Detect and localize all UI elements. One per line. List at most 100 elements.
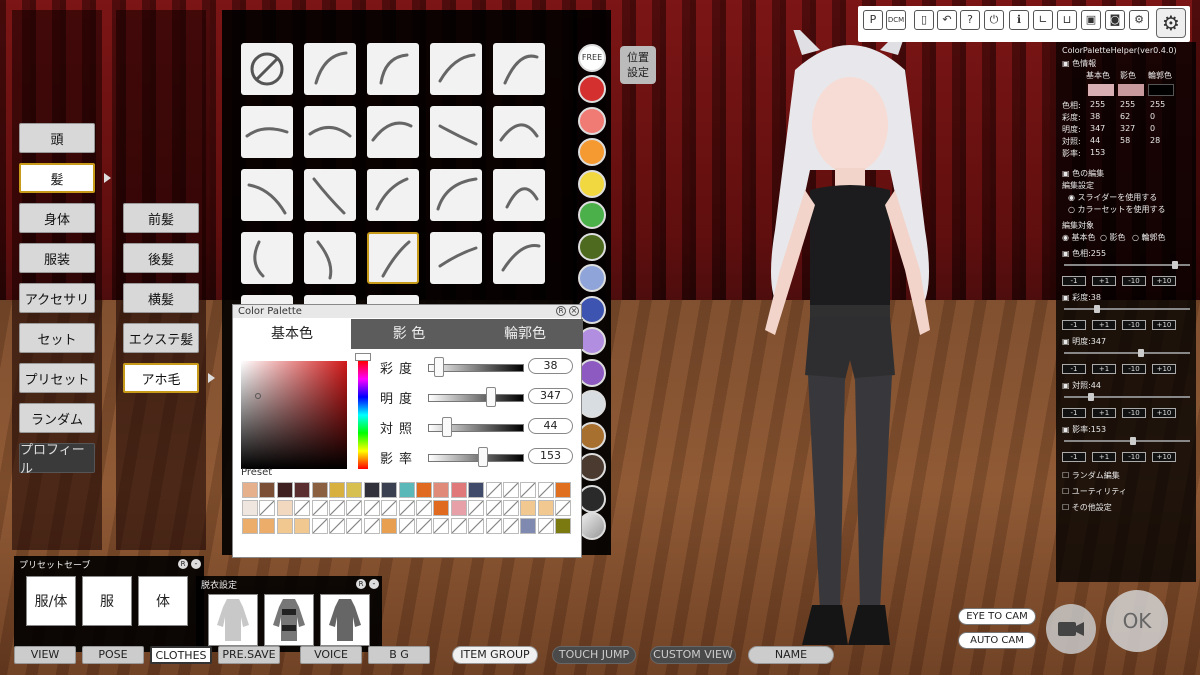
- preset-color-cell[interactable]: [242, 482, 258, 498]
- voice-button[interactable]: VOICE: [300, 646, 362, 664]
- ahoge-tile[interactable]: [493, 169, 545, 221]
- step-button[interactable]: -10: [1122, 364, 1146, 374]
- utility-toggle[interactable]: ☐ ユーティリティ: [1062, 486, 1127, 497]
- saturation-thumb[interactable]: [434, 357, 444, 377]
- preset-color-cell[interactable]: [503, 518, 519, 534]
- ahoge-tile[interactable]: [304, 106, 356, 158]
- color-swatch[interactable]: [578, 484, 606, 513]
- shadow-rate-track[interactable]: [428, 454, 524, 462]
- color-swatch[interactable]: [578, 138, 606, 166]
- preset-color-cell[interactable]: [259, 518, 276, 534]
- menu-clothing-button[interactable]: 服装: [19, 243, 95, 273]
- preset-color-cell[interactable]: [555, 482, 572, 498]
- menu-random-button[interactable]: ランダム: [19, 403, 95, 433]
- shadow-rate-thumb[interactable]: [478, 447, 488, 467]
- preset-color-cell[interactable]: [329, 518, 345, 534]
- color-swatch[interactable]: [578, 106, 606, 135]
- step-button[interactable]: -1: [1062, 320, 1086, 330]
- pose-button[interactable]: POSE: [82, 646, 144, 664]
- step-button[interactable]: +1: [1092, 276, 1116, 286]
- preset-color-cell[interactable]: [450, 518, 467, 534]
- preset-color-cell[interactable]: [381, 518, 398, 534]
- target-basic-radio[interactable]: ◉ 基本色: [1062, 232, 1096, 243]
- preset-color-cell[interactable]: [381, 482, 398, 498]
- ahoge-tile[interactable]: [493, 232, 545, 284]
- target-outline-radio[interactable]: ○ 輪郭色: [1132, 232, 1166, 243]
- minimize-icon[interactable]: -: [369, 579, 379, 589]
- preset-color-cell[interactable]: [537, 482, 554, 498]
- color-swatch[interactable]: [578, 390, 606, 418]
- reset-icon[interactable]: R: [178, 559, 188, 569]
- ahoge-tile[interactable]: [241, 232, 293, 284]
- preset-color-cell[interactable]: [276, 518, 293, 534]
- preset-color-cell[interactable]: [242, 500, 258, 516]
- undress-dressed-button[interactable]: [208, 594, 258, 646]
- ahoge-tile[interactable]: [304, 169, 356, 221]
- menu-set-button[interactable]: セット: [19, 323, 95, 353]
- preset-color-cell[interactable]: [276, 500, 293, 516]
- step-button[interactable]: -1: [1062, 452, 1086, 462]
- step-button[interactable]: +1: [1092, 452, 1116, 462]
- preset-color-cell[interactable]: [398, 518, 415, 534]
- preset-color-cell[interactable]: [416, 500, 432, 516]
- preset-color-cell[interactable]: [398, 482, 415, 498]
- settings-button[interactable]: ⚙: [1156, 8, 1186, 38]
- preset-color-cell[interactable]: [485, 518, 502, 534]
- preset-color-cell[interactable]: [416, 518, 432, 534]
- step-button[interactable]: +10: [1152, 364, 1176, 374]
- contrast-value-field[interactable]: 44: [528, 418, 573, 434]
- hue-slider-thumb[interactable]: [355, 353, 371, 361]
- step-button[interactable]: +1: [1092, 320, 1116, 330]
- color-swatch[interactable]: [578, 169, 606, 198]
- step-button[interactable]: -10: [1122, 452, 1146, 462]
- free-color-button[interactable]: FREE: [578, 44, 606, 72]
- preset-color-cell[interactable]: [468, 482, 485, 498]
- menu-head-button[interactable]: 頭: [19, 123, 95, 153]
- pre-save-button[interactable]: PRE.SAVE: [218, 646, 280, 664]
- ahoge-tile[interactable]: [493, 43, 545, 95]
- preset-color-cell[interactable]: [416, 482, 432, 498]
- adjust-slider-track[interactable]: [1064, 352, 1190, 354]
- menu-hair-button[interactable]: 髪: [19, 163, 95, 193]
- preset-color-cell[interactable]: [537, 518, 554, 534]
- preset-color-cell[interactable]: [537, 500, 554, 516]
- adjust-slider-knob[interactable]: [1130, 437, 1136, 445]
- step-button[interactable]: -10: [1122, 408, 1146, 418]
- undress-underwear-button[interactable]: [264, 594, 314, 646]
- adjust-slider-track[interactable]: [1064, 308, 1190, 310]
- ok-button[interactable]: OK: [1106, 590, 1168, 652]
- preset-color-cell[interactable]: [433, 482, 450, 498]
- preset-color-cell[interactable]: [520, 482, 537, 498]
- preset-color-cell[interactable]: [555, 518, 572, 534]
- other-settings-toggle[interactable]: ☐ その他設定: [1062, 502, 1112, 513]
- step-button[interactable]: -1: [1062, 276, 1086, 286]
- shadow-rate-value-field[interactable]: 153: [528, 448, 573, 464]
- ahoge-tile[interactable]: [430, 169, 482, 221]
- touch-jump-button[interactable]: TOUCH JUMP: [552, 646, 636, 664]
- save-icon[interactable]: ▣: [1081, 10, 1101, 30]
- brightness-thumb[interactable]: [486, 387, 496, 407]
- ahoge-tile[interactable]: [493, 106, 545, 158]
- ahoge-tile[interactable]: [304, 232, 356, 284]
- preset-color-cell[interactable]: [520, 518, 537, 534]
- eye-to-cam-button[interactable]: EYE TO CAM: [958, 608, 1036, 625]
- custom-color-button[interactable]: [578, 512, 606, 540]
- target-shadow-radio[interactable]: ○ 影色: [1100, 232, 1126, 243]
- preset-color-cell[interactable]: [485, 500, 502, 516]
- color-swatch[interactable]: [578, 75, 606, 103]
- adjust-slider-knob[interactable]: [1138, 349, 1145, 357]
- preset-color-cell[interactable]: [311, 500, 328, 516]
- position-settings-button[interactable]: 位置 設定: [620, 46, 656, 84]
- preset-color-cell[interactable]: [363, 482, 380, 498]
- preset-color-cell[interactable]: [433, 500, 450, 516]
- info-icon[interactable]: ℹ: [1009, 10, 1029, 30]
- color-swatch[interactable]: [578, 453, 606, 481]
- item-group-button[interactable]: ITEM GROUP: [452, 646, 538, 664]
- none-tile[interactable]: [241, 43, 293, 95]
- minimize-icon[interactable]: -: [191, 559, 201, 569]
- clothes-button[interactable]: CLOTHES: [150, 646, 212, 664]
- color-swatch[interactable]: [578, 264, 606, 292]
- preset-color-cell[interactable]: [259, 482, 276, 498]
- power-icon[interactable]: ⏻: [984, 10, 1004, 30]
- step-button[interactable]: +1: [1092, 408, 1116, 418]
